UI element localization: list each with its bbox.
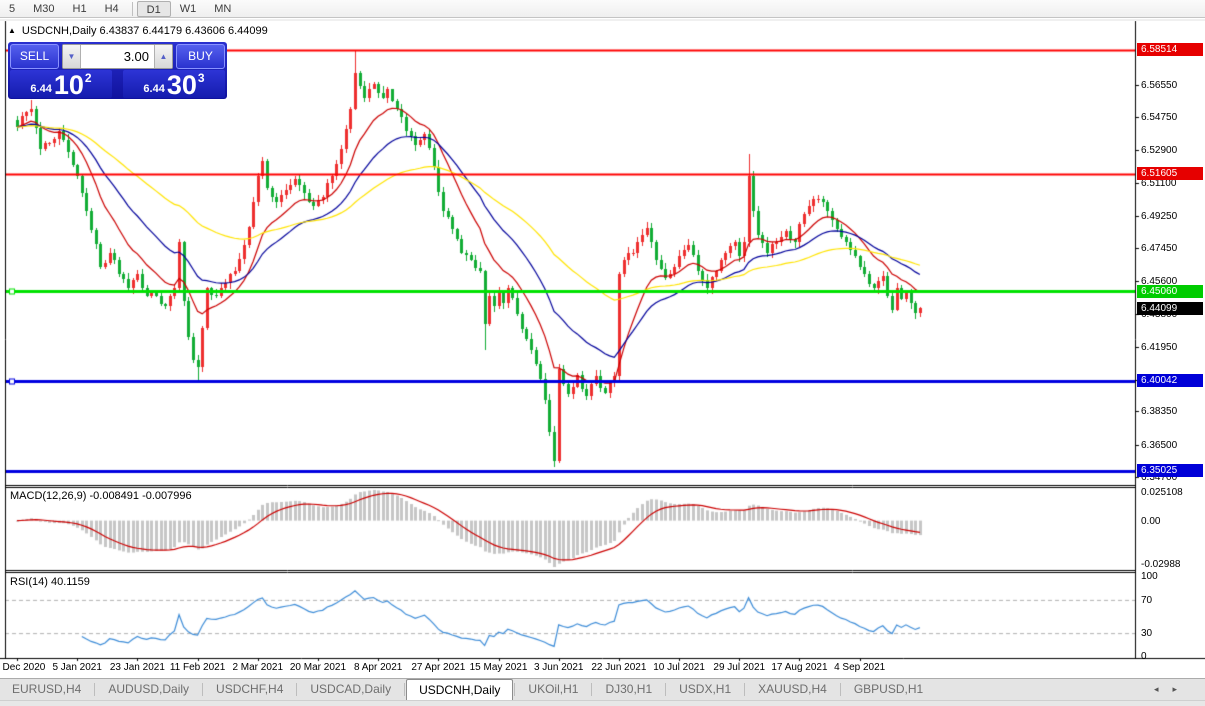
sell-button[interactable]: SELL bbox=[10, 44, 59, 69]
timeframe-button-h4[interactable]: H4 bbox=[96, 1, 128, 17]
tab-separator bbox=[591, 683, 593, 696]
timeframe-toolbar: 5 M30 H1 H4 D1 W1 MN bbox=[0, 0, 1205, 18]
toolbar-separator bbox=[131, 1, 133, 16]
bottom-status-strip bbox=[0, 700, 1205, 706]
price-line-badge: 6.40042 bbox=[1137, 374, 1203, 388]
price-axis-tick: 6.54750 bbox=[1141, 112, 1178, 124]
tab-separator bbox=[514, 683, 516, 696]
symbol-tab-eurusd[interactable]: EURUSD,H4 bbox=[0, 679, 93, 700]
price-line-badge: 6.35025 bbox=[1137, 464, 1203, 478]
buy-price-sup: 3 bbox=[197, 71, 205, 85]
symbol-tab-ukoil[interactable]: UKOil,H1 bbox=[516, 679, 590, 700]
price-axis-tick: 6.38350 bbox=[1141, 406, 1178, 418]
price-gap bbox=[112, 70, 123, 98]
rsi-indicator-label: RSI(14) 40.1159 bbox=[10, 576, 90, 588]
date-axis-label: 4 Sep 2021 bbox=[834, 662, 886, 673]
chart-header: ▲ USDCNH,Daily 6.43837 6.44179 6.43606 6.… bbox=[8, 25, 268, 37]
tab-separator bbox=[94, 683, 96, 696]
price-line-badge: 6.51605 bbox=[1137, 167, 1203, 181]
chart-symbol-period: USDCNH,Daily bbox=[21, 25, 97, 37]
buy-price-small: 6.44 bbox=[143, 83, 165, 95]
toolbar-divider bbox=[0, 19, 1205, 21]
one-click-trade-panel: SELL ▼ 3.00 ▲ BUY 6.44 10 2 6.44 30 3 bbox=[8, 42, 227, 99]
price-line-badge: 6.58514 bbox=[1137, 43, 1203, 57]
symbol-tab-usdcnh[interactable]: USDCNH,Daily bbox=[406, 679, 514, 700]
symbol-tab-dj30[interactable]: DJ30,H1 bbox=[593, 679, 664, 700]
symbol-tab-usdchf[interactable]: USDCHF,H4 bbox=[204, 679, 295, 700]
timeframe-button-d1[interactable]: D1 bbox=[136, 0, 171, 17]
price-axis-tick: 6.49250 bbox=[1141, 210, 1178, 222]
tab-separator bbox=[744, 683, 746, 696]
trading-app-window: 5 M30 H1 H4 D1 W1 MN ▲ USDCNH,Daily 6.43837 6.4… bbox=[0, 0, 1205, 706]
rsi-scale-30: 30 bbox=[1141, 628, 1153, 640]
timeframe-button-w1[interactable]: W1 bbox=[171, 1, 206, 17]
symbol-tab-xauusd[interactable]: XAUUSD,H4 bbox=[746, 679, 839, 700]
symbol-tab-gbpusd[interactable]: GBPUSD,H1 bbox=[842, 679, 935, 700]
chart-ohlc-values: 6.43837 6.44179 6.43606 6.44099 bbox=[99, 25, 268, 37]
macd-scale-zero: 0.00 bbox=[1141, 515, 1161, 527]
price-axis-tick: 6.47450 bbox=[1141, 243, 1178, 255]
tab-separator bbox=[839, 683, 841, 696]
tab-scroll-left-icon[interactable]: ◂ bbox=[1154, 684, 1173, 694]
tab-scroll-arrows: ◂▸ bbox=[1154, 684, 1191, 695]
price-line-badge: 6.45060 bbox=[1137, 284, 1203, 298]
buy-price-display[interactable]: 6.44 30 3 bbox=[123, 70, 225, 100]
tab-separator bbox=[404, 683, 406, 696]
symbol-tab-bar: EURUSD,H4 AUDUSD,Daily USDCHF,H4 USDCAD,Dai… bbox=[0, 678, 1205, 700]
symbol-tab-usdx[interactable]: USDX,H1 bbox=[667, 679, 743, 700]
symbol-tab-audusd[interactable]: AUDUSD,Daily bbox=[96, 679, 201, 700]
rsi-scale-100: 100 bbox=[1141, 571, 1158, 582]
volume-spinner: ▼ 3.00 ▲ bbox=[62, 44, 173, 69]
tab-separator bbox=[202, 683, 204, 696]
buy-button[interactable]: BUY bbox=[176, 44, 225, 69]
price-line-badge: 6.44099 bbox=[1137, 301, 1203, 315]
volume-input[interactable]: 3.00 bbox=[81, 45, 154, 68]
price-chart-canvas[interactable] bbox=[0, 0, 1205, 706]
buy-price-big: 30 bbox=[166, 70, 197, 100]
collapse-triangle-icon[interactable]: ▲ bbox=[8, 26, 16, 35]
price-axis-tick: 6.36500 bbox=[1141, 439, 1178, 451]
timeframe-button-h1[interactable]: H1 bbox=[64, 1, 96, 17]
rsi-scale-0: 0 bbox=[1141, 651, 1147, 662]
macd-indicator-label: MACD(12,26,9) -0.008491 -0.007996 bbox=[10, 490, 192, 502]
macd-scale-min: -0.02988 bbox=[1141, 559, 1181, 570]
volume-increase-button[interactable]: ▲ bbox=[154, 45, 172, 68]
sell-price-small: 6.44 bbox=[30, 83, 52, 95]
tab-separator bbox=[296, 683, 298, 696]
timeframe-button-m30[interactable]: M30 bbox=[24, 1, 63, 17]
timeframe-button-5[interactable]: 5 bbox=[0, 1, 24, 17]
sell-price-sup: 2 bbox=[84, 71, 92, 85]
sell-price-display[interactable]: 6.44 10 2 bbox=[10, 70, 112, 100]
price-axis-tick: 6.41950 bbox=[1141, 341, 1178, 353]
price-axis-tick: 6.56550 bbox=[1141, 79, 1178, 91]
price-axis-tick: 6.52900 bbox=[1141, 145, 1178, 157]
volume-decrease-button[interactable]: ▼ bbox=[63, 45, 81, 68]
symbol-tab-usdcad[interactable]: USDCAD,Daily bbox=[298, 679, 403, 700]
macd-scale-max: 0.025108 bbox=[1141, 487, 1183, 498]
tab-scroll-right-icon[interactable]: ▸ bbox=[1172, 684, 1191, 694]
tab-separator bbox=[665, 683, 667, 696]
sell-price-big: 10 bbox=[53, 70, 84, 100]
rsi-scale-70: 70 bbox=[1141, 594, 1153, 606]
timeframe-button-mn[interactable]: MN bbox=[205, 1, 240, 17]
